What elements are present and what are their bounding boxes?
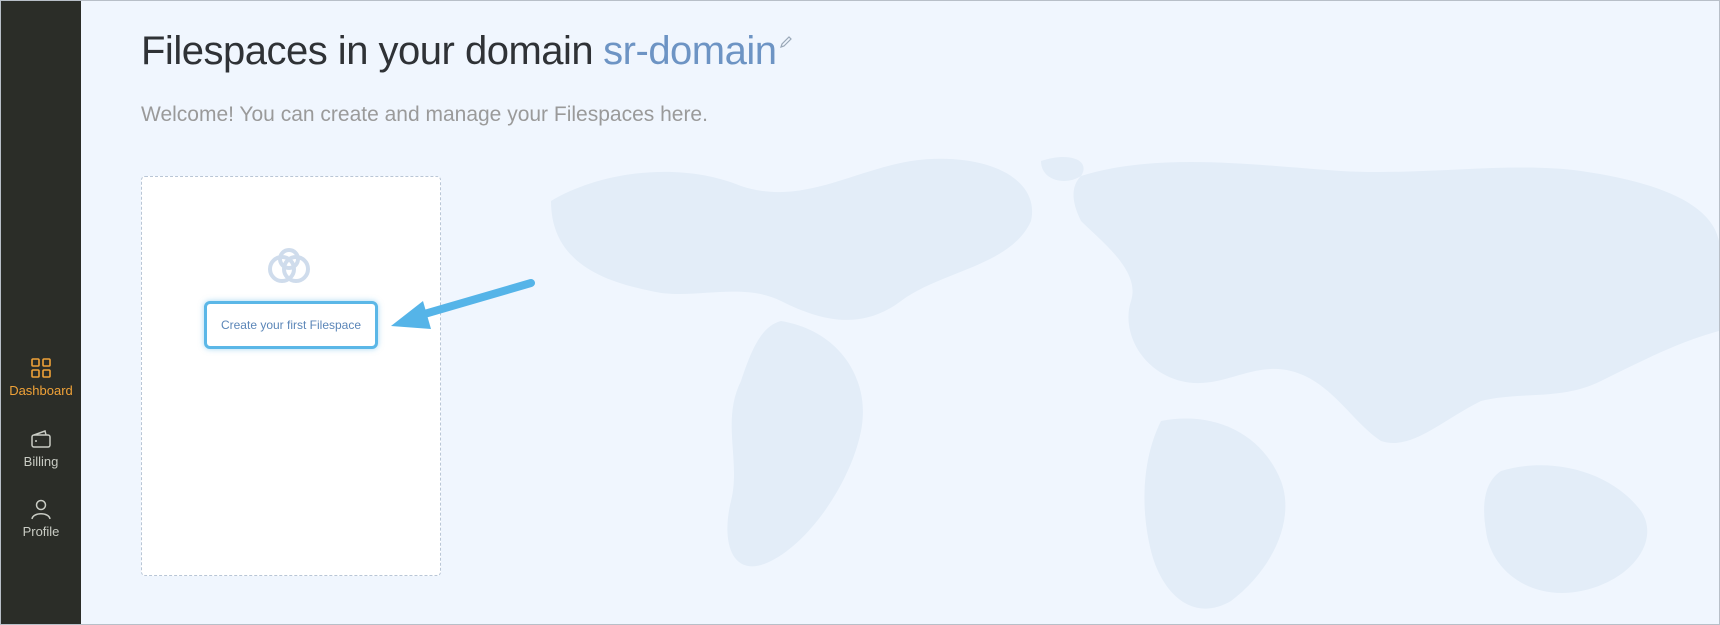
sidebar-item-label: Billing: [23, 454, 59, 469]
page-title-text: Filespaces in your domain: [141, 29, 594, 73]
sidebar-item-label: Profile: [22, 524, 60, 539]
sidebar-item-dashboard[interactable]: Dashboard: [1, 357, 81, 398]
sidebar: Dashboard Billing Profile: [1, 1, 81, 624]
sidebar-item-label: Dashboard: [9, 383, 73, 398]
sidebar-item-profile[interactable]: Profile: [1, 498, 81, 539]
user-icon: [31, 499, 51, 520]
page-title: Filespaces in your domain sr-domain: [141, 29, 793, 74]
sidebar-item-billing[interactable]: Billing: [1, 428, 81, 469]
grid-icon: [31, 358, 51, 378]
create-filespace-label: Create your first Filespace: [220, 318, 362, 332]
main-content: Filespaces in your domain sr-domain Welco…: [81, 1, 1719, 624]
cloud-link-icon: [268, 248, 310, 283]
welcome-text: Welcome! You can create and manage your …: [141, 103, 708, 126]
domain-name: sr-domain: [603, 29, 777, 73]
arrow-annotation: [391, 279, 535, 329]
wallet-icon: [31, 430, 51, 448]
filespace-placeholder-card: Create your first Filespace: [141, 176, 441, 576]
create-filespace-button[interactable]: Create your first Filespace: [204, 301, 378, 349]
pencil-icon[interactable]: [779, 35, 793, 49]
